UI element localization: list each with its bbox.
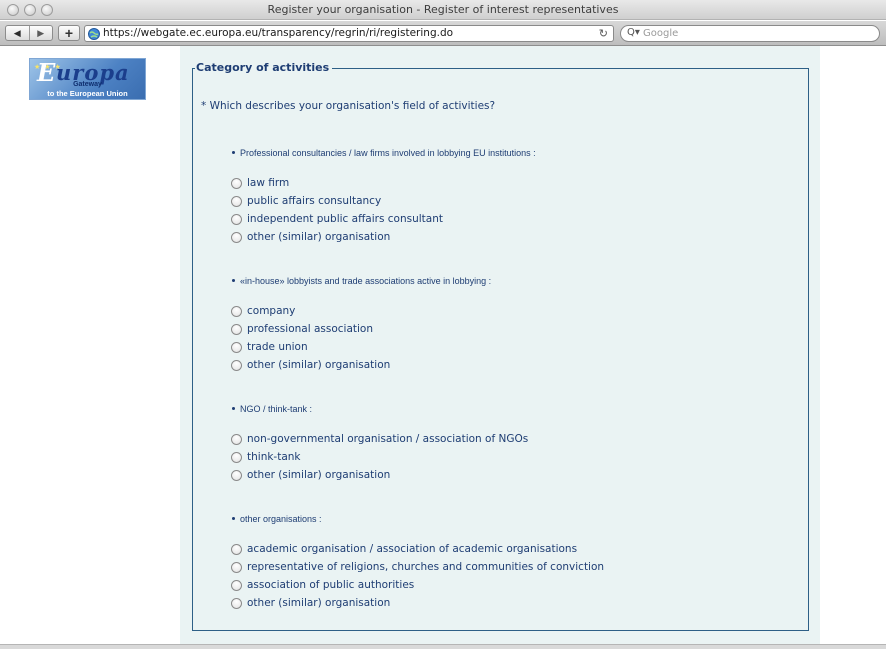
radio-button[interactable]: [231, 323, 242, 335]
group-heading: NGO / think-tank :: [232, 404, 312, 414]
radio-company[interactable]: company: [231, 304, 295, 318]
radio-button[interactable]: [231, 177, 242, 189]
radio-button[interactable]: [231, 195, 242, 207]
radio-religions[interactable]: representative of religions, churches an…: [231, 560, 604, 574]
radio-button[interactable]: [231, 433, 242, 445]
radio-button[interactable]: [231, 305, 242, 317]
radio-think-tank[interactable]: think-tank: [231, 450, 301, 464]
radio-button[interactable]: [231, 231, 242, 243]
europa-logo[interactable]: ★ ★ ★ E uropa Gateway to the European Un…: [29, 58, 146, 100]
back-button[interactable]: ◀: [6, 26, 30, 40]
radio-button[interactable]: [231, 469, 242, 481]
search-icon[interactable]: Q▾: [627, 27, 640, 38]
radio-button[interactable]: [231, 561, 242, 573]
radio-public-authorities[interactable]: association of public authorities: [231, 578, 414, 592]
nav-buttons: ◀ ▶: [5, 25, 53, 41]
group-heading: «in-house» lobbyists and trade associati…: [232, 276, 491, 286]
reload-icon[interactable]: ↻: [599, 27, 608, 40]
category-fieldset: Category of activities * Which describes…: [192, 61, 809, 631]
group-heading: Professional consultancies / law firms i…: [232, 148, 536, 158]
web-page: ★ ★ ★ E uropa Gateway to the European Un…: [0, 46, 886, 644]
group-heading: other organisations :: [232, 514, 322, 524]
globe-icon: [88, 28, 100, 40]
bullet-icon: [232, 517, 235, 521]
logo-tagline: to the European Union: [47, 89, 128, 98]
radio-ngo[interactable]: non-governmental organisation / associat…: [231, 432, 528, 446]
browser-toolbar: ◀ ▶ + https://webgate.ec.europa.eu/trans…: [0, 21, 886, 46]
add-bookmark-button[interactable]: +: [58, 25, 80, 41]
radio-button[interactable]: [231, 579, 242, 591]
radio-other-consultancy[interactable]: other (similar) organisation: [231, 230, 390, 244]
bullet-icon: [232, 279, 235, 283]
question-text: * Which describes your organisation's fi…: [201, 100, 496, 112]
search-field[interactable]: Q▾ Google: [620, 25, 880, 42]
radio-button[interactable]: [231, 341, 242, 353]
window-titlebar: Register your organisation - Register of…: [0, 0, 886, 20]
bullet-icon: [232, 407, 235, 411]
radio-button[interactable]: [231, 359, 242, 371]
radio-public-affairs-consultancy[interactable]: public affairs consultancy: [231, 194, 381, 208]
logo-gateway: Gateway: [73, 81, 102, 88]
address-bar[interactable]: https://webgate.ec.europa.eu/transparenc…: [84, 25, 614, 42]
radio-trade-union[interactable]: trade union: [231, 340, 308, 354]
radio-professional-association[interactable]: professional association: [231, 322, 373, 336]
fieldset-legend: Category of activities: [195, 61, 333, 74]
radio-other-organisation[interactable]: other (similar) organisation: [231, 596, 390, 610]
radio-button[interactable]: [231, 543, 242, 555]
radio-law-firm[interactable]: law firm: [231, 176, 289, 190]
radio-other-inhouse[interactable]: other (similar) organisation: [231, 358, 390, 372]
search-placeholder: Google: [643, 28, 679, 39]
forward-button[interactable]: ▶: [30, 26, 53, 40]
form-panel: Category of activities * Which describes…: [180, 46, 820, 644]
window-title: Register your organisation - Register of…: [267, 3, 619, 16]
radio-button[interactable]: [231, 451, 242, 463]
radio-independent-consultant[interactable]: independent public affairs consultant: [231, 212, 443, 226]
url-text: https://webgate.ec.europa.eu/transparenc…: [103, 27, 454, 39]
bullet-icon: [232, 151, 235, 155]
window-bottom-edge: [0, 644, 886, 649]
radio-button[interactable]: [231, 213, 242, 225]
radio-academic[interactable]: academic organisation / association of a…: [231, 542, 577, 556]
radio-other-ngo[interactable]: other (similar) organisation: [231, 468, 390, 482]
radio-button[interactable]: [231, 597, 242, 609]
